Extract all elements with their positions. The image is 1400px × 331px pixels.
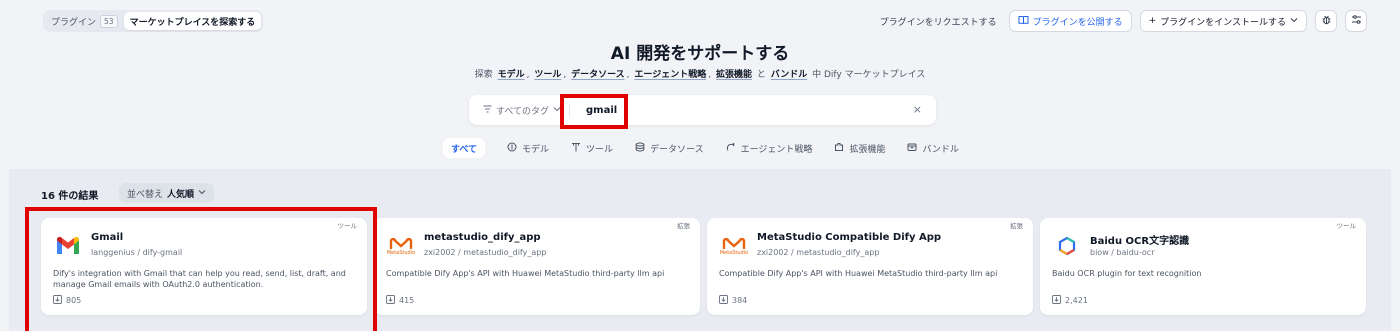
agent-icon (726, 142, 736, 155)
tab-all-label: すべて (451, 144, 478, 155)
install-count: 2,421 (1065, 296, 1088, 305)
tab-agent-strategies-label: エージェント戦略 (740, 144, 813, 155)
tab-datasources[interactable]: データソース (635, 138, 704, 158)
card-installs: 415 (386, 295, 414, 306)
metastudio-icon-text: MetaStudio (719, 249, 749, 256)
clear-search-button[interactable]: × (913, 103, 922, 116)
card-org: zxi2002 / metastudio_dify_app (424, 248, 547, 257)
subtitle-prefix: 探索 (474, 70, 493, 80)
card-installs: 384 (719, 295, 747, 306)
tab-extensions-label: 拡張機能 (849, 144, 886, 155)
tab-agent-strategies[interactable]: エージェント戦略 (726, 138, 813, 158)
card-installs: 2,421 (1052, 295, 1088, 306)
metastudio-icon: MetaStudio (719, 231, 749, 261)
tab-tools-label: ツール (586, 144, 614, 155)
plugin-card-baidu-ocr[interactable]: ツール Baidu OCR文字認識 biow / baidu-ocr Baidu… (1040, 218, 1366, 315)
plugin-card-metastudio-dify-app[interactable]: 拡張 MetaStudio metastudio_dify_app zxi200… (374, 218, 700, 315)
category-tabs: すべて モデル ツール データソース エージェント戦略 拡張機能 バンドル (443, 138, 959, 158)
plugin-count-badge: 53 (100, 14, 118, 28)
tab-models[interactable]: モデル (507, 138, 549, 158)
install-plugin-button[interactable]: + プラグインをインストールする (1139, 10, 1307, 32)
sort-dropdown[interactable]: 並べ替え 人気順 (119, 183, 215, 203)
sort-label: 並べ替え (127, 189, 164, 200)
hero-subtitle: 探索 モデル, ツール, データソース, エージェント戦略, 拡張機能 と バン… (474, 70, 926, 80)
plugin-card-metastudio-compatible[interactable]: 拡張 MetaStudio MetaStudio Compatible Dify… (707, 218, 1033, 315)
tag-filter-label: すべてのタグ (496, 106, 550, 117)
card-category-tag: ツール (1336, 222, 1357, 230)
sort-value: 人気順 (167, 189, 195, 200)
book-icon (1018, 15, 1029, 28)
search-highlight-box (560, 94, 628, 129)
tag-filter-dropdown[interactable]: すべてのタグ (469, 95, 561, 125)
request-plugin-link[interactable]: プラグインをリクエストする (876, 15, 1001, 28)
settings-sliders-icon (1351, 14, 1362, 28)
card-org: zxi2002 / metastudio_dify_app (757, 248, 880, 257)
keyword-models: モデル (497, 70, 525, 80)
download-icon (386, 295, 395, 306)
install-count: 415 (399, 296, 415, 305)
download-icon (719, 295, 728, 306)
download-icon (1052, 295, 1061, 306)
card-name: MetaStudio Compatible Dify App (757, 232, 942, 243)
publish-plugin-label: プラグインを公開する (1032, 17, 1123, 28)
database-icon (635, 142, 645, 155)
filter-settings-button[interactable] (1345, 10, 1367, 32)
top-actions: プラグインをリクエストする プラグインを公開する + プラグインをインストールす… (876, 10, 1367, 32)
top-bar: プラグイン 53 マーケットプレイスを探索する プラグインをリクエストする プラ… (0, 0, 1400, 40)
card-category-tag: 拡張 (1010, 222, 1023, 230)
plus-icon: + (1148, 16, 1157, 26)
card-description: Baidu OCR plugin for text recognition (1052, 269, 1202, 278)
tab-explore-marketplace-label: マーケットプレイスを探索する (129, 17, 256, 28)
install-count: 384 (732, 296, 748, 305)
model-icon (507, 142, 517, 155)
subtitle-suffix: 中 Dify マーケットプレイス (812, 70, 926, 80)
bundle-icon (907, 142, 917, 155)
extension-icon (834, 142, 844, 155)
keyword-extensions: 拡張機能 (715, 70, 752, 80)
tab-models-label: モデル (522, 144, 550, 155)
keyword-datasources: データソース (571, 70, 625, 80)
card-description: Compatible Dify App's API with Huawei Me… (719, 269, 998, 278)
metastudio-icon: MetaStudio (386, 231, 416, 261)
tab-datasources-label: データソース (650, 144, 704, 155)
tab-bundles[interactable]: バンドル (907, 138, 959, 158)
chevron-down-icon (198, 188, 206, 198)
tab-plugins[interactable]: プラグイン 53 (45, 12, 124, 30)
tab-extensions[interactable]: 拡張機能 (834, 138, 885, 158)
keyword-agent-strategies: エージェント戦略 (634, 70, 707, 80)
card-category-tag: 拡張 (677, 222, 690, 230)
card-name: metastudio_dify_app (424, 232, 541, 243)
publish-plugin-button[interactable]: プラグインを公開する (1008, 10, 1132, 32)
subtitle-and: と (756, 70, 766, 80)
tool-icon (571, 142, 581, 155)
tab-plugins-label: プラグイン (51, 17, 97, 28)
card-name: Baidu OCR文字認識 (1090, 236, 1190, 247)
card-org: biow / baidu-ocr (1090, 248, 1155, 257)
filter-lines-icon (483, 105, 492, 116)
page-title: AI 開発をサポートする (610, 44, 790, 64)
tab-bundles-label: バンドル (922, 144, 959, 155)
tab-explore-marketplace[interactable]: マーケットプレイスを探索する (123, 12, 262, 30)
baidu-ocr-icon (1052, 231, 1082, 261)
search-box: すべてのタグ gmail × (469, 95, 936, 125)
results-count: 16 件の結果 (41, 191, 99, 202)
gmail-card-highlight-box (25, 207, 377, 331)
bug-icon (1321, 14, 1332, 28)
chevron-down-icon (1290, 16, 1298, 26)
install-plugin-label: プラグインをインストールする (1160, 17, 1286, 28)
metastudio-icon-text: MetaStudio (386, 249, 416, 256)
debug-button[interactable] (1315, 10, 1337, 32)
tab-all[interactable]: すべて (443, 138, 486, 158)
tab-tools[interactable]: ツール (571, 138, 613, 158)
keyword-tools: ツール (534, 70, 562, 80)
plugin-tabs: プラグイン 53 マーケットプレイスを探索する (43, 10, 264, 32)
card-description: Compatible Dify App's API with Huawei Me… (386, 269, 665, 278)
keyword-bundles: バンドル (770, 70, 808, 80)
